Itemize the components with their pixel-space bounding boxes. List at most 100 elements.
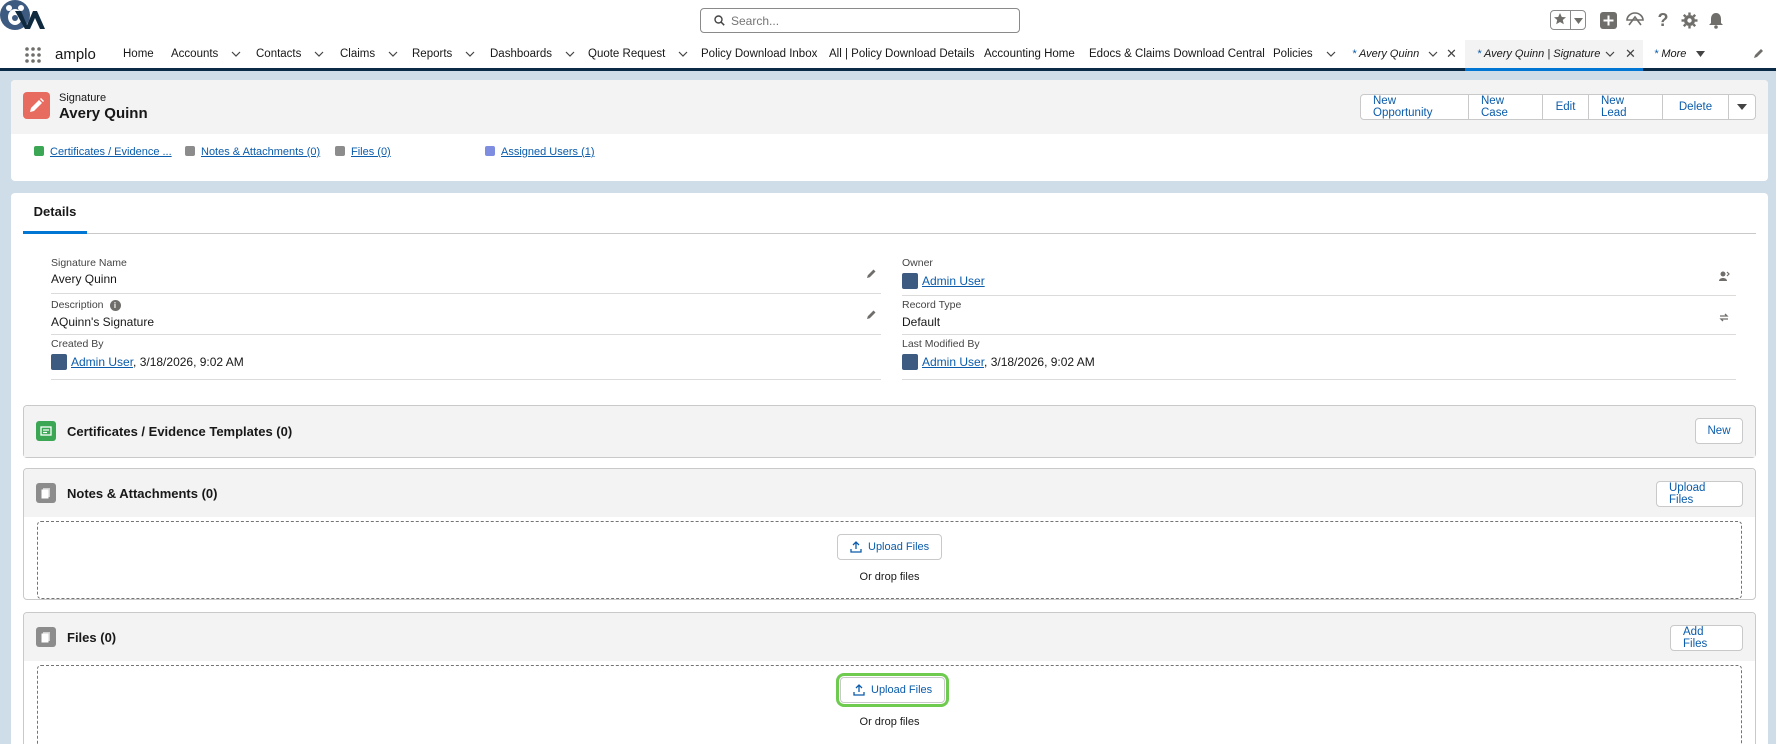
last-modified-user-link[interactable]: Admin User [922, 355, 984, 369]
field-label: Created By [51, 338, 104, 350]
edit-nav-icon[interactable] [1752, 47, 1765, 63]
chevron-down-icon[interactable] [678, 40, 688, 68]
field-label: Record Type [902, 299, 962, 311]
chevron-down-icon[interactable] [388, 40, 398, 68]
files-icon [36, 627, 56, 647]
tab-details[interactable]: Details [23, 193, 87, 234]
change-owner-icon[interactable] [1718, 270, 1730, 285]
caret-down-icon [1737, 101, 1747, 113]
favorites-button[interactable] [1550, 10, 1586, 30]
field-divider [51, 293, 881, 294]
add-files-button[interactable]: Add Files [1670, 625, 1743, 651]
nav-item-quote-request[interactable]: Quote Request [588, 40, 688, 68]
nav-item-edocs-claims-download[interactable]: Edocs & Claims Download Central [1089, 40, 1265, 68]
field-created-by: Created By Admin User, 3/18/2026, 9:02 A… [51, 338, 881, 380]
new-certificate-button[interactable]: New [1695, 418, 1743, 444]
new-opportunity-button[interactable]: New Opportunity [1360, 94, 1469, 120]
amplo-logo[interactable] [14, 8, 46, 32]
record-title: Avery Quinn [59, 105, 148, 122]
chevron-down-icon[interactable] [1574, 13, 1583, 27]
more-actions-button[interactable] [1728, 94, 1756, 120]
field-record-type: Record Type Default [902, 299, 1736, 341]
quick-link-certificates[interactable]: Certificates / Evidence ... [34, 146, 172, 158]
more-tabs-button[interactable]: * More [1642, 40, 1722, 68]
quick-link-assigned-users[interactable]: Assigned Users (1) [485, 146, 595, 158]
chevron-down-icon[interactable] [1326, 40, 1336, 68]
delete-button[interactable]: Delete [1662, 94, 1729, 120]
field-value: Admin User [902, 273, 985, 290]
favorites-star-icon[interactable] [1553, 12, 1567, 29]
chevron-down-icon[interactable] [1605, 40, 1615, 68]
signature-pencil-icon [23, 92, 50, 119]
close-tab-icon[interactable]: ✕ [1625, 40, 1636, 68]
close-tab-icon[interactable]: ✕ [1446, 40, 1457, 68]
field-signature-name: Signature Name Avery Quinn [51, 257, 881, 299]
setup-gear-icon[interactable] [1678, 9, 1700, 31]
field-divider [902, 295, 1736, 296]
file-drop-zone[interactable]: Upload Files Or drop files [37, 665, 1742, 744]
chevron-down-icon[interactable] [465, 40, 475, 68]
notifications-bell-icon[interactable] [1705, 9, 1727, 31]
pencil-edit-icon[interactable] [866, 309, 877, 323]
related-list-title[interactable]: Notes & Attachments (0) [67, 486, 217, 501]
related-list-notes-attachments: Notes & Attachments (0) Upload Files Upl… [23, 468, 1756, 600]
drop-files-text: Or drop files [859, 571, 920, 583]
app-launcher-icon[interactable] [25, 47, 41, 66]
nav-item-dashboards[interactable]: Dashboards [490, 40, 575, 68]
related-list-title[interactable]: Certificates / Evidence Templates (0) [67, 424, 292, 439]
nav-item-policy-download-inbox[interactable]: Policy Download Inbox [701, 40, 817, 68]
field-value: Default [902, 315, 941, 329]
detail-tabs: Details [23, 193, 1756, 234]
search-input[interactable] [731, 12, 1011, 29]
created-date: , 3/18/2026, 9:02 AM [133, 355, 244, 370]
nav-item-reports[interactable]: Reports [412, 40, 475, 68]
nav-item-claims[interactable]: Claims [340, 40, 398, 68]
upload-files-button[interactable]: Upload Files [837, 534, 943, 560]
quick-link-files[interactable]: Files (0) [335, 146, 391, 158]
nav-item-home[interactable]: Home [123, 40, 154, 68]
field-last-modified-by: Last Modified By Admin User, 3/18/2026, … [902, 338, 1736, 380]
field-divider [902, 379, 1736, 380]
help-icon[interactable]: ? [1653, 9, 1673, 31]
created-by-user-link[interactable]: Admin User [71, 355, 133, 369]
record-header: Signature Avery Quinn New Opportunity Ne… [11, 80, 1768, 181]
caret-down-icon[interactable] [1696, 40, 1705, 68]
new-case-button[interactable]: New Case [1468, 94, 1543, 120]
quick-link-notes-attachments[interactable]: Notes & Attachments (0) [185, 146, 320, 158]
notes-icon [185, 146, 195, 157]
nav-item-policy-download-details[interactable]: All | Policy Download Details [829, 40, 975, 68]
related-list-certificates: Certificates / Evidence Templates (0) Ne… [23, 405, 1756, 458]
user-avatar [902, 354, 918, 370]
nav-item-policies[interactable]: Policies [1273, 40, 1336, 68]
record-actions: New Opportunity New Case Edit New Lead D… [1360, 94, 1756, 120]
chevron-down-icon[interactable] [565, 40, 575, 68]
new-lead-button[interactable]: New Lead [1588, 94, 1663, 120]
upload-files-button[interactable]: Upload Files [835, 673, 950, 707]
edit-button[interactable]: Edit [1542, 94, 1589, 120]
field-value: Admin User, 3/18/2026, 9:02 AM [902, 354, 1095, 371]
add-icon[interactable] [1598, 9, 1618, 31]
tab-avery-quinn-signature[interactable]: * Avery Quinn | Signature ✕ [1465, 40, 1643, 71]
chevron-down-icon[interactable] [231, 40, 241, 68]
change-record-type-icon[interactable] [1718, 311, 1730, 326]
nav-item-accounting-home[interactable]: Accounting Home [984, 40, 1075, 68]
chevron-down-icon[interactable] [314, 40, 324, 68]
last-modified-date: , 3/18/2026, 9:02 AM [984, 355, 1095, 370]
upload-icon [850, 541, 862, 553]
global-search[interactable] [700, 8, 1020, 33]
file-drop-zone[interactable]: Upload Files Or drop files [37, 521, 1742, 599]
search-icon [714, 15, 725, 29]
related-list-title[interactable]: Files (0) [67, 630, 116, 645]
certificates-icon [36, 421, 56, 441]
nav-item-accounts[interactable]: Accounts [171, 40, 241, 68]
chevron-down-icon[interactable] [1428, 40, 1438, 68]
owner-user-link[interactable]: Admin User [922, 274, 985, 288]
field-label: Owner [902, 257, 933, 269]
upload-files-label: Upload Files [871, 684, 933, 696]
tab-avery-quinn[interactable]: * Avery Quinn ✕ [1340, 40, 1465, 68]
upload-files-header-button[interactable]: Upload Files [1656, 481, 1743, 507]
nav-item-contacts[interactable]: Contacts [256, 40, 324, 68]
trailhead-icon[interactable] [1624, 9, 1646, 31]
info-icon[interactable]: i [109, 300, 121, 311]
pencil-edit-icon[interactable] [866, 268, 877, 282]
